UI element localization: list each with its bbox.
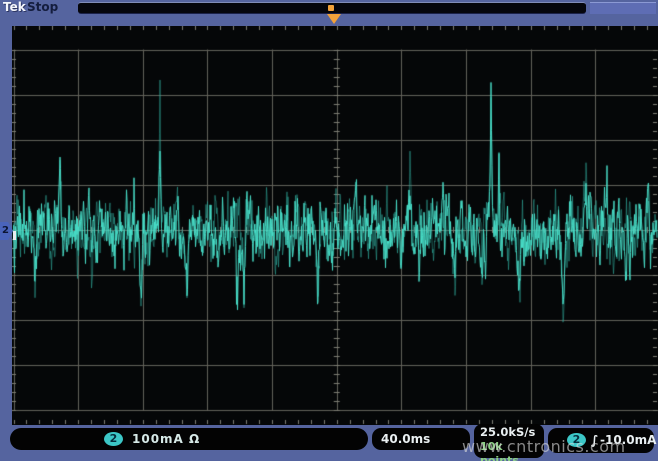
acquisition-status: Stop	[27, 0, 58, 14]
oscilloscope-screen: Tek Stop 2 2 100mA Ω 40.0ms 25.0kS/s 10k…	[0, 0, 658, 461]
watermark: www.cntronics.com	[462, 437, 626, 456]
timebase-readout: 40.0ms	[372, 428, 470, 450]
trigger-level-tick	[13, 231, 16, 240]
channel2-badge: 2	[104, 432, 123, 446]
timebase-value: 40.0ms	[381, 432, 430, 446]
channel2-scale-label: 100mA Ω	[132, 432, 200, 446]
waveform-display	[12, 26, 658, 425]
channel2-readout: 2 100mA Ω	[10, 428, 368, 450]
tek-logo: Tek	[3, 0, 26, 14]
trigger-position-marker-icon	[327, 14, 341, 24]
trigger-position-dot-icon	[328, 5, 334, 11]
horizontal-position-bar	[78, 2, 586, 14]
top-right-panel	[590, 2, 656, 14]
